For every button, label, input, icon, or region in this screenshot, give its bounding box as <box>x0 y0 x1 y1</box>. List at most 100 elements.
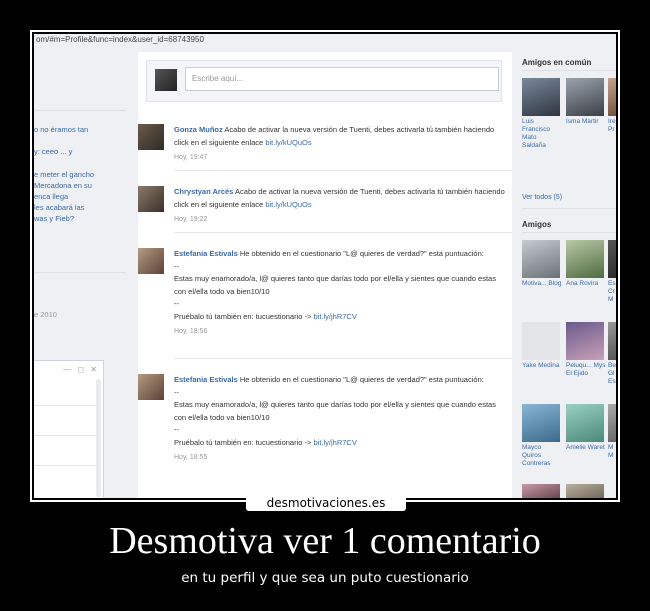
avatar <box>608 322 616 360</box>
avatar <box>566 404 604 442</box>
friend-card[interactable]: Ana Rovira <box>566 240 606 288</box>
avatar <box>608 78 616 116</box>
common-friends-heading: Amigos en común <box>522 58 592 67</box>
post-author[interactable]: Gonza Muñoz <box>174 125 223 134</box>
chat-window[interactable]: — ◻ ✕ <box>34 360 104 498</box>
post-text: Estas muy enamorado/a, l@ quieres tanto … <box>174 274 496 296</box>
friend-card[interactable]: Be Gl Es <box>608 322 616 386</box>
left-column: o no éramos tan y: ceeo ... y e meter el… <box>34 34 126 498</box>
friend-name[interactable]: Peluqu... Mys El Ejido <box>566 362 606 378</box>
friend-name[interactable]: Ana Rovira <box>566 280 606 288</box>
status-fragment[interactable]: o no éramos tan <box>34 124 88 135</box>
post-text: Estas muy enamorado/a, l@ quieres tanto … <box>174 400 496 422</box>
friend-card[interactable]: Motiva... Blog <box>522 240 562 288</box>
divider <box>174 170 512 171</box>
friend-card[interactable]: Amelie Waret <box>566 404 606 452</box>
friend-name[interactable]: Amelie Waret <box>566 444 606 452</box>
avatar <box>608 404 616 442</box>
friend-name[interactable]: Mayco Quiros Contreras <box>522 444 562 468</box>
avatar <box>566 322 604 360</box>
post-text: Pruébalo tú también en: tucuestionario -… <box>174 437 312 447</box>
post-text: Acabo de activar la nueva versión de Tue… <box>174 125 495 147</box>
chat-window-controls-icon[interactable]: — ◻ ✕ <box>63 365 99 374</box>
post-author[interactable]: Estefania Estivals <box>174 249 238 258</box>
avatar[interactable] <box>138 248 164 274</box>
friend-card[interactable]: Peluqu... Mys El Ejido <box>566 322 606 378</box>
post-timestamp: Hoy, 19:47 <box>174 154 208 161</box>
friend-card[interactable]: M M <box>608 404 616 460</box>
poster-title: Desmotiva ver 1 comentario <box>109 520 541 562</box>
poster-frame: om/#m=Profile&func=index&user_id=6874395… <box>30 30 620 502</box>
chat-scrollbar[interactable] <box>96 379 101 497</box>
post-text: He obtenido en el cuestionario "L@ quier… <box>239 249 484 258</box>
post-text: Pruébalo tú también en: tucuestionario -… <box>174 311 312 321</box>
wall-feed: Escribe aquí... Gonza Muñoz Acabo de act… <box>138 52 512 498</box>
avatar <box>566 240 604 278</box>
post-link[interactable]: bit.ly/jhR7CV <box>313 438 356 447</box>
friend-name[interactable]: Es Cr M <box>608 280 616 304</box>
post-text: -- <box>174 261 179 271</box>
avatar <box>566 484 604 498</box>
friend-name[interactable]: Be Gl Es <box>608 362 616 386</box>
status-fragment[interactable]: enca llega <box>34 191 68 202</box>
post-text: -- <box>174 425 179 434</box>
status-fragment[interactable]: Mercadona en su <box>34 180 92 191</box>
post-text: -- <box>174 299 179 308</box>
divider <box>34 272 126 273</box>
avatar <box>522 240 560 278</box>
divider <box>174 358 512 359</box>
avatar <box>608 240 616 278</box>
divider <box>174 232 512 233</box>
avatar <box>522 78 560 116</box>
poster-subtitle: en tu perfil y que sea un puto cuestiona… <box>181 570 469 586</box>
divider <box>522 70 616 71</box>
avatar <box>155 69 177 91</box>
post-link[interactable]: bit.ly/kUQuOs <box>265 200 311 209</box>
divider <box>34 465 96 466</box>
post-link[interactable]: bit.ly/jhR7CV <box>313 312 356 321</box>
status-fragment[interactable]: les acabará las <box>34 202 84 213</box>
see-all-link[interactable]: Ver todos (5) <box>522 194 562 201</box>
divider <box>34 435 96 436</box>
friend-card[interactable]: Yake Medina <box>522 322 562 370</box>
post-author[interactable]: Estefania Estivals <box>174 375 238 384</box>
friend-name[interactable]: Ire Pr <box>608 118 616 134</box>
friend-card[interactable]: Es Cr M <box>608 240 616 304</box>
friend-name[interactable]: Isma Martir <box>566 118 606 126</box>
friend-name[interactable]: Motiva... Blog <box>522 280 562 288</box>
date-fragment: e 2010 <box>34 310 57 319</box>
compose-box: Escribe aquí... <box>146 60 502 102</box>
avatar <box>522 484 560 498</box>
avatar <box>522 322 560 360</box>
avatar <box>522 404 560 442</box>
site-watermark: desmotivaciones.es <box>246 495 406 511</box>
friends-heading: Amigos <box>522 220 552 229</box>
avatar[interactable] <box>138 186 164 212</box>
post-timestamp: Hoy, 19:22 <box>174 216 208 223</box>
divider <box>522 208 616 209</box>
divider <box>34 110 126 111</box>
friend-name[interactable]: Yake Medina <box>522 362 562 370</box>
avatar <box>566 78 604 116</box>
status-fragment[interactable]: e meter el gancho <box>34 169 94 180</box>
divider <box>522 232 616 233</box>
friend-name[interactable]: M M <box>608 444 616 460</box>
status-fragment[interactable]: y: ceeo ... y <box>34 146 72 157</box>
divider <box>34 405 96 406</box>
post-timestamp: Hoy, 18:55 <box>174 454 208 461</box>
avatar[interactable] <box>138 124 164 150</box>
status-input[interactable]: Escribe aquí... <box>185 67 499 91</box>
friend-card[interactable]: Ire Pr <box>608 78 616 134</box>
friend-card[interactable]: Mayco Quiros Contreras <box>522 404 562 468</box>
friend-name[interactable]: Luis Francisco Mato Saldaña <box>522 118 562 150</box>
post-text: He obtenido en el cuestionario "L@ quier… <box>239 375 484 384</box>
avatar[interactable] <box>138 374 164 400</box>
friend-card[interactable]: Isma Martir <box>566 78 606 126</box>
friend-card[interactable]: Luis Francisco Mato Saldaña <box>522 78 562 150</box>
right-sidebar: Amigos en común Luis Francisco Mato Sald… <box>522 52 616 498</box>
status-fragment[interactable]: was y Fieb? <box>34 213 74 224</box>
post-text: -- <box>174 387 179 397</box>
post-author[interactable]: Chrystyan Arcés <box>174 187 233 196</box>
post-link[interactable]: bit.ly/kUQuOs <box>265 138 311 147</box>
post-timestamp: Hoy, 18:56 <box>174 328 208 335</box>
